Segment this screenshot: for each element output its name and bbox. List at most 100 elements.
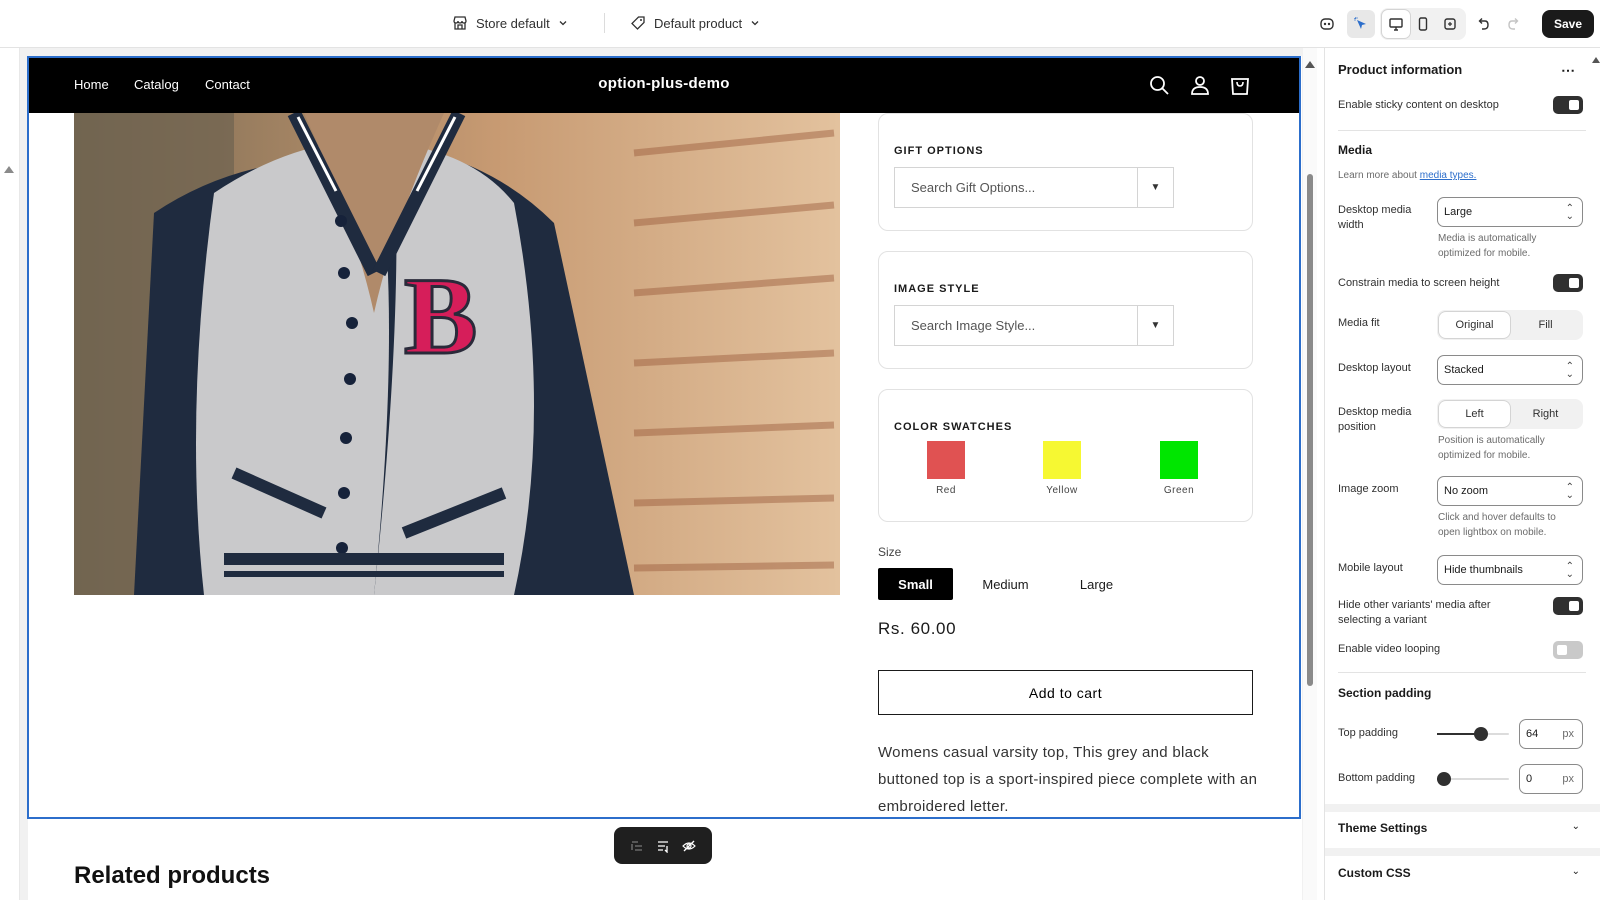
color-swatches-title: COLOR SWATCHES [894,421,1013,433]
bottom-padding-unit: px [1562,773,1574,785]
theme-settings-accordion[interactable]: Theme Settings ⌄ [1338,821,1586,835]
inspector-icon[interactable] [1347,10,1375,38]
move-up-icon[interactable] [630,839,644,853]
desktop-layout-value: Stacked [1444,364,1484,376]
image-zoom-value: No zoom [1444,485,1489,497]
mobile-layout-label: Mobile layout [1338,562,1403,574]
product-image[interactable]: B [74,113,840,595]
panel-separator [1325,804,1600,812]
add-to-cart-button[interactable]: Add to cart [878,670,1253,715]
gift-options-card: GIFT OPTIONS Search Gift Options... ▼ [878,113,1253,231]
redo-icon[interactable] [1500,10,1528,38]
mobile-view-icon[interactable] [1409,10,1437,38]
swatch-red[interactable] [927,441,965,479]
desktop-view-icon[interactable] [1382,10,1410,38]
top-padding-slider[interactable] [1437,727,1509,741]
store-name[interactable]: option-plus-demo [28,75,1300,92]
image-style-select[interactable]: Search Image Style... ▼ [894,305,1174,346]
desktop-layout-label: Desktop layout [1338,362,1411,374]
mobile-layout-value: Hide thumbnails [1444,564,1523,576]
image-style-placeholder: Search Image Style... [911,318,1036,333]
bottom-padding-slider[interactable] [1437,772,1509,786]
top-padding-input[interactable]: 64 px [1519,719,1583,749]
select-chevron-icon: ⌃ ⌄ [1565,482,1574,501]
image-style-card: IMAGE STYLE Search Image Style... ▼ [878,251,1253,369]
constrain-media-toggle[interactable] [1553,274,1583,292]
scroll-up-icon[interactable] [1305,60,1315,68]
section-padding-title: Section padding [1338,686,1432,700]
store-selector[interactable]: Store default [452,10,568,36]
hide-section-icon[interactable] [682,839,696,853]
gift-options-placeholder: Search Gift Options... [911,180,1036,195]
media-fit-original[interactable]: Original [1439,312,1510,338]
bottom-padding-value: 0 [1526,773,1533,785]
top-padding-label: Top padding [1338,727,1398,739]
bottom-padding-input[interactable]: 0 px [1519,764,1583,794]
constrain-media-label: Constrain media to screen height [1338,277,1500,289]
collapse-up-icon[interactable] [3,164,15,174]
panel-separator [1325,848,1600,856]
gift-options-title: GIFT OPTIONS [894,145,984,157]
topbar-divider [604,13,605,33]
video-looping-label: Enable video looping [1338,643,1441,655]
move-down-icon[interactable] [656,839,670,853]
dropdown-arrow-icon[interactable]: ▼ [1137,168,1173,207]
panel-scrollbar[interactable] [1592,48,1600,900]
image-zoom-select[interactable]: No zoom ⌃ ⌄ [1437,476,1583,506]
slider-thumb[interactable] [1437,772,1451,786]
desktop-layout-select[interactable]: Stacked ⌃ ⌄ [1437,355,1583,385]
related-products-title: Related products [74,862,271,889]
top-padding-unit: px [1562,728,1574,740]
more-options-icon[interactable]: ⋯ [1561,62,1576,79]
video-looping-toggle[interactable] [1553,641,1583,659]
swatch-yellow[interactable] [1043,441,1081,479]
media-position-right[interactable]: Right [1510,401,1581,427]
editor-topbar: Store default Default product Save [0,0,1600,48]
media-fit-fill[interactable]: Fill [1510,312,1581,338]
cart-icon[interactable] [1228,73,1252,97]
media-types-link[interactable]: media types. [1420,170,1477,181]
hide-variants-toggle[interactable] [1553,597,1583,615]
desktop-media-width-select[interactable]: Large ⌃ ⌄ [1437,197,1583,227]
image-zoom-help: Click and hover defaults to open lightbo… [1438,512,1556,538]
size-medium-button[interactable]: Medium [968,568,1043,600]
chevron-down-icon [750,18,760,28]
template-selector[interactable]: Default product [630,10,760,36]
theme-settings-label: Theme Settings [1338,821,1428,835]
desktop-media-width-value: Large [1444,206,1473,218]
gift-options-select[interactable]: Search Gift Options... ▼ [894,167,1174,208]
dropdown-arrow-icon[interactable]: ▼ [1137,306,1173,345]
swatch-green[interactable] [1160,441,1198,479]
size-label: Size [878,545,902,559]
media-position-left[interactable]: Left [1439,401,1510,427]
save-button[interactable]: Save [1542,10,1594,38]
preview-scroll-thumb[interactable] [1307,174,1313,686]
scroll-up-icon[interactable] [1592,56,1600,63]
search-icon[interactable] [1147,73,1171,97]
ai-assistant-icon[interactable] [1313,10,1341,38]
swatch-label: Red [936,485,956,496]
size-large-button[interactable]: Large [1059,568,1134,600]
desktop-media-position-label: Desktop media position [1338,406,1412,433]
size-small-button[interactable]: Small [878,568,953,600]
custom-css-accordion[interactable]: Custom CSS ⌄ [1338,866,1586,880]
tag-icon [630,15,646,31]
fullscreen-view-icon[interactable] [1436,10,1464,38]
mobile-layout-select[interactable]: Hide thumbnails ⌃ ⌄ [1437,555,1583,585]
store-icon [452,15,468,31]
account-icon[interactable] [1188,73,1212,97]
select-chevron-icon: ⌃ ⌄ [1565,203,1574,222]
learn-more-prefix: Learn more about [1338,170,1417,181]
slider-thumb[interactable] [1474,727,1488,741]
sticky-content-toggle[interactable] [1553,96,1583,114]
desktop-media-position-segmented: Left Right [1437,399,1583,429]
template-selector-label: Default product [654,15,743,31]
sticky-content-label: Enable sticky content on desktop [1338,99,1499,111]
swatch-label: Green [1163,485,1195,496]
undo-icon[interactable] [1469,10,1497,38]
custom-css-label: Custom CSS [1338,866,1411,880]
media-fit-label: Media fit [1338,317,1380,329]
preview-scrollbar[interactable] [1303,48,1317,900]
product-price: Rs. 60.00 [878,619,957,638]
top-padding-value: 64 [1526,728,1539,740]
